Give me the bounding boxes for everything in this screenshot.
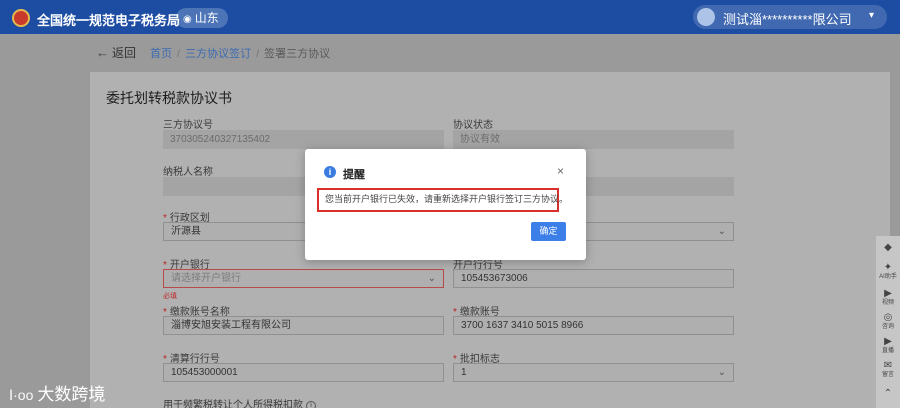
breadcrumb-current: 签署三方协议 — [264, 48, 331, 60]
breadcrumb-separator: / — [177, 48, 181, 60]
headset-icon: ◎ — [883, 312, 893, 323]
breadcrumb: ← 返回 首页 / 三方协议签订 / 签署三方协议 — [96, 44, 331, 60]
info-icon: i — [324, 166, 336, 178]
side-item-consult-label: 咨询 — [881, 324, 894, 330]
reminder-dialog: i 提醒 × 您当前开户银行已失效，请重新选择开户银行签订三方协议。 确定 — [305, 149, 586, 260]
side-item-live-label: 直播 — [881, 348, 894, 354]
confirm-button[interactable]: 确定 — [531, 222, 566, 241]
clearing-bank-no-field[interactable]: 105453000001 — [163, 363, 444, 382]
side-item-message[interactable]: ✉ 留言 — [876, 360, 900, 379]
page-title: 委托划转税款协议书 — [106, 90, 232, 106]
batch-flag-select[interactable]: 1 ⌄ — [453, 363, 734, 382]
user-menu[interactable]: 测试淄**********限公司 ▾ — [693, 5, 887, 29]
agreement-no-field: 370305240327135402 — [163, 130, 444, 149]
side-item-top[interactable]: ⌃ — [876, 388, 900, 399]
chevron-down-icon: ⌄ — [717, 367, 726, 378]
breadcrumb-home[interactable]: 首页 — [150, 48, 172, 60]
message-icon: ✉ — [883, 360, 893, 371]
dialog-message: 您当前开户银行已失效，请重新选择开户银行签订三方协议。 — [317, 188, 568, 212]
breadcrumb-separator: / — [256, 48, 260, 60]
side-toolbar: ◆ ✦ AI助手 ▶ 视频 ◎ 咨询 ▶ 直播 ✉ 留言 ⌃ — [876, 236, 900, 408]
avatar — [697, 8, 715, 26]
side-item-message-label: 留言 — [881, 372, 894, 378]
chevron-down-icon: ⌄ — [717, 226, 726, 237]
taxpayer-name-label: 纳税人名称 — [163, 167, 213, 178]
agreement-status-label: 协议状态 — [453, 120, 493, 131]
close-icon[interactable]: × — [557, 165, 564, 177]
side-item-chat[interactable]: ◆ — [876, 242, 900, 253]
open-bank-error: 必填 — [163, 293, 177, 300]
account-no-field[interactable]: 3700 1637 3410 5015 8966 — [453, 316, 734, 335]
info-icon[interactable]: i — [306, 401, 316, 408]
watermark-text: 大数跨境 — [37, 385, 106, 404]
personal-tax-label: 用于频繁税转让个人所得税扣款 i — [163, 396, 316, 408]
side-item-ai[interactable]: ✦ AI助手 — [876, 262, 900, 281]
open-bank-no-field[interactable]: 105453673006 — [453, 269, 734, 288]
play-icon: ▶ — [884, 336, 892, 347]
side-item-live[interactable]: ▶ 直播 — [876, 336, 900, 355]
top-icon: ⌃ — [883, 388, 893, 399]
region-switch[interactable]: ◉ 山东 — [176, 8, 228, 28]
top-header: 全国统一规范电子税务局 ◉ 山东 测试淄**********限公司 ▾ — [0, 0, 900, 34]
agreement-status-field: 协议有效 — [453, 130, 734, 149]
open-bank-placeholder: 请选择开户银行 — [171, 273, 241, 284]
breadcrumb-agreement[interactable]: 三方协议签订 — [185, 48, 251, 60]
chevron-down-icon: ▾ — [869, 10, 875, 21]
open-bank-select[interactable]: 请选择开户银行 ⌄ — [163, 269, 444, 288]
watermark-logo: Ⅰ·ᴏᴏ — [9, 387, 34, 403]
admin-region-value: 沂源县 — [171, 226, 201, 237]
dialog-title: 提醒 — [343, 169, 365, 181]
account-name-field[interactable]: 淄博安旭安装工程有限公司 — [163, 316, 444, 335]
side-item-ai-label: AI助手 — [879, 274, 897, 280]
site-title[interactable]: 全国统一规范电子税务局 — [37, 10, 180, 29]
side-item-consult[interactable]: ◎ 咨询 — [876, 312, 900, 331]
location-pin-icon: ◉ — [183, 14, 192, 25]
tax-emblem-icon — [12, 9, 30, 27]
side-item-video[interactable]: ▶ 视频 — [876, 288, 900, 307]
side-item-video-label: 视频 — [881, 300, 894, 306]
personal-tax-label-text: 用于频繁税转让个人所得税扣款 — [163, 400, 303, 408]
back-arrow-icon[interactable]: ← — [96, 45, 109, 60]
ai-assistant-icon: ✦ — [883, 262, 893, 273]
back-button[interactable]: 返回 — [112, 46, 136, 60]
batch-flag-value: 1 — [461, 367, 467, 378]
chat-bubble-icon: ◆ — [884, 242, 892, 253]
watermark: Ⅰ·ᴏᴏ 大数跨境 — [9, 380, 105, 405]
video-icon: ▶ — [884, 288, 892, 299]
chevron-down-icon: ⌄ — [427, 273, 436, 284]
agreement-no-label: 三方协议号 — [163, 120, 213, 131]
region-label: 山东 — [194, 11, 219, 25]
user-name: 测试淄**********限公司 — [723, 12, 852, 27]
